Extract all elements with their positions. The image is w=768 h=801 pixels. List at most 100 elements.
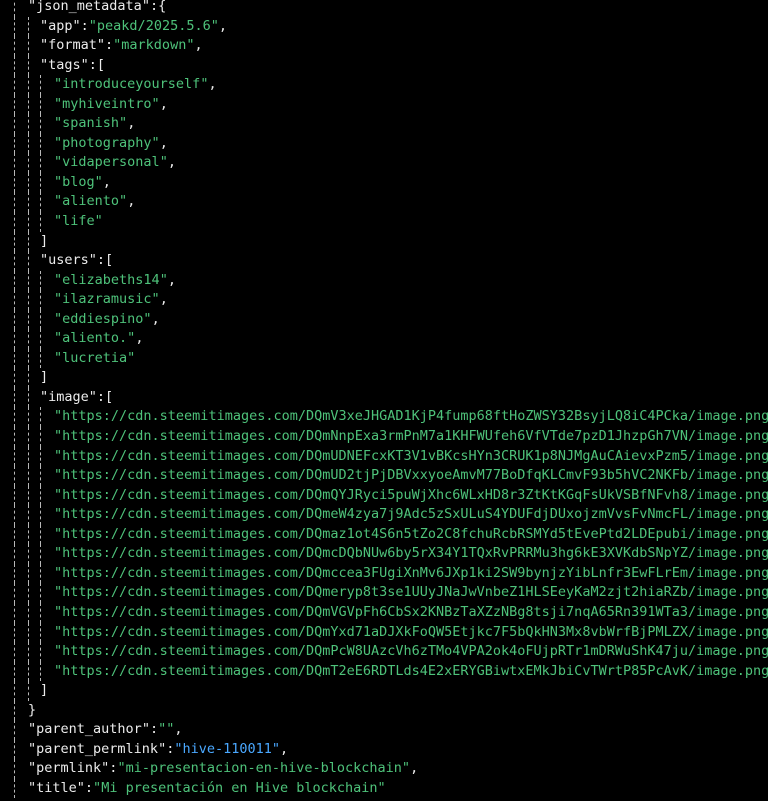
- quote: ": [54, 643, 63, 660]
- line-image-close: ]: [0, 681, 768, 701]
- code-text: "https://cdn.steemitimages.com/DQmeW4zya…: [54, 505, 768, 525]
- quote: ": [54, 662, 63, 679]
- line-json-metadata-close: }: [0, 700, 768, 721]
- image-item: "https://cdn.steemitimages.com/DQmV3xeJH…: [0, 407, 768, 428]
- code-text: "lucretia": [54, 349, 135, 369]
- indent-guide: [40, 94, 41, 115]
- image-value: https://cdn.steemitimages.com/DQmNnpExa3…: [62, 428, 768, 445]
- tags-value: aliento: [62, 193, 120, 210]
- indent-guide: [14, 563, 15, 584]
- indent-guide: [40, 661, 41, 682]
- indent-guide: [14, 446, 15, 467]
- key-parent-permlink: parent_permlink: [36, 740, 159, 757]
- code-text: "app":"peakd/2025.5.6",: [40, 17, 227, 37]
- token: ]: [40, 232, 49, 249]
- key-users: "users":[: [40, 252, 114, 269]
- token: ]: [40, 369, 49, 386]
- image-item: "https://cdn.steemitimages.com/DQmQYJRyc…: [0, 485, 768, 506]
- quote: ": [401, 760, 411, 777]
- indent-guide: [14, 172, 15, 193]
- token: ":{: [141, 0, 167, 14]
- image-value: https://cdn.steemitimages.com/DQmQYJRyci…: [62, 486, 768, 503]
- image-item: "https://cdn.steemitimages.com/DQmYxd71a…: [0, 622, 768, 643]
- image-item: "https://cdn.steemitimages.com/DQmaz1ot4…: [0, 524, 768, 545]
- indent-guide: [40, 642, 41, 662]
- token: ,: [167, 154, 176, 171]
- image-item: "https://cdn.steemitimages.com/DQmUD2tjP…: [0, 466, 768, 486]
- code-text: ]: [40, 368, 48, 388]
- code-text: "permlink":"mi-presentacion-en-hive-bloc…: [28, 759, 418, 779]
- token: ": [28, 721, 37, 738]
- code-text: "aliento.",: [54, 329, 143, 349]
- quote: ": [94, 213, 103, 230]
- quote: ": [54, 525, 63, 542]
- indent-guide: [40, 563, 41, 584]
- code-text: "parent_author":"",: [28, 720, 183, 740]
- quote: ": [54, 467, 63, 484]
- indent-guide: [28, 94, 29, 115]
- indent-guide: [40, 270, 41, 291]
- image-value: https://cdn.steemitimages.com/DQmcDQbNUw…: [62, 545, 768, 562]
- indent-guide: [28, 544, 29, 564]
- indent-guide: [14, 309, 15, 330]
- image-value: https://cdn.steemitimages.com/DQmeW4zya7…: [62, 506, 768, 523]
- indent-guide: [40, 192, 41, 213]
- indent-guide: [40, 407, 41, 428]
- token: ,: [159, 291, 168, 308]
- indent-guide: [40, 446, 41, 467]
- indent-guide: [14, 778, 15, 799]
- line-tags: "tags":[: [0, 55, 768, 76]
- image-value: https://cdn.steemitimages.com/DQmUD2tjPj…: [62, 467, 768, 484]
- indent-guide: [28, 133, 29, 154]
- indent-guide: [28, 602, 29, 623]
- image-item: "https://cdn.steemitimages.com/DQmeW4zya…: [0, 505, 768, 525]
- tags-item: "life": [0, 212, 768, 232]
- code-text: "blog",: [54, 173, 111, 193]
- token: ,: [102, 173, 111, 190]
- indent-guide: [14, 16, 15, 37]
- token: ":: [101, 760, 118, 777]
- key-parent-author: parent_author: [36, 721, 142, 738]
- indent-guide: [40, 544, 41, 564]
- quote: ": [54, 193, 63, 210]
- indent-guide: [14, 94, 15, 115]
- token: ,: [174, 721, 183, 738]
- indent-guide: [28, 309, 29, 330]
- indent-guide: [40, 427, 41, 447]
- code-text: "elizabeths14",: [54, 271, 176, 291]
- value-format: markdown: [121, 37, 187, 54]
- indent-guide: [40, 75, 41, 95]
- code-text: "https://cdn.steemitimages.com/DQmaz1ot4…: [54, 525, 768, 545]
- quote: ": [54, 486, 63, 503]
- indent-guide: [28, 622, 29, 643]
- indent-guide: [14, 642, 15, 662]
- indent-guide: [14, 251, 15, 271]
- line-users: "users":[: [0, 251, 768, 271]
- quote: ": [54, 213, 63, 230]
- indent-guide: [40, 622, 41, 643]
- token: ,: [159, 95, 168, 112]
- quote: ": [88, 17, 97, 34]
- quote: ": [151, 95, 160, 112]
- token: ]: [40, 682, 49, 699]
- quote: ": [54, 447, 63, 464]
- quote: ": [54, 428, 63, 445]
- quote: ": [54, 173, 63, 190]
- indent-guide: [40, 172, 41, 193]
- line-image: "image":[: [0, 387, 768, 408]
- code-text: "https://cdn.steemitimages.com/DQmYxd71a…: [54, 623, 768, 643]
- tags-item: "photography",: [0, 133, 768, 154]
- quote: ": [94, 173, 103, 190]
- indent-guide: [14, 231, 15, 252]
- quote: ": [54, 349, 63, 366]
- users-item: "elizabeths14",: [0, 270, 768, 291]
- indent-guide: [28, 16, 29, 37]
- line-users-close: ]: [0, 368, 768, 388]
- indent-guide: [28, 505, 29, 525]
- image-item: "https://cdn.steemitimages.com/DQmPcW8UA…: [0, 642, 768, 662]
- indent-guide: [28, 583, 29, 603]
- code-text: "ilazramusic",: [54, 290, 168, 310]
- code-text: "https://cdn.steemitimages.com/DQmUD2tjP…: [54, 466, 768, 486]
- users-item: "ilazramusic",: [0, 290, 768, 310]
- indent-guide: [14, 153, 15, 173]
